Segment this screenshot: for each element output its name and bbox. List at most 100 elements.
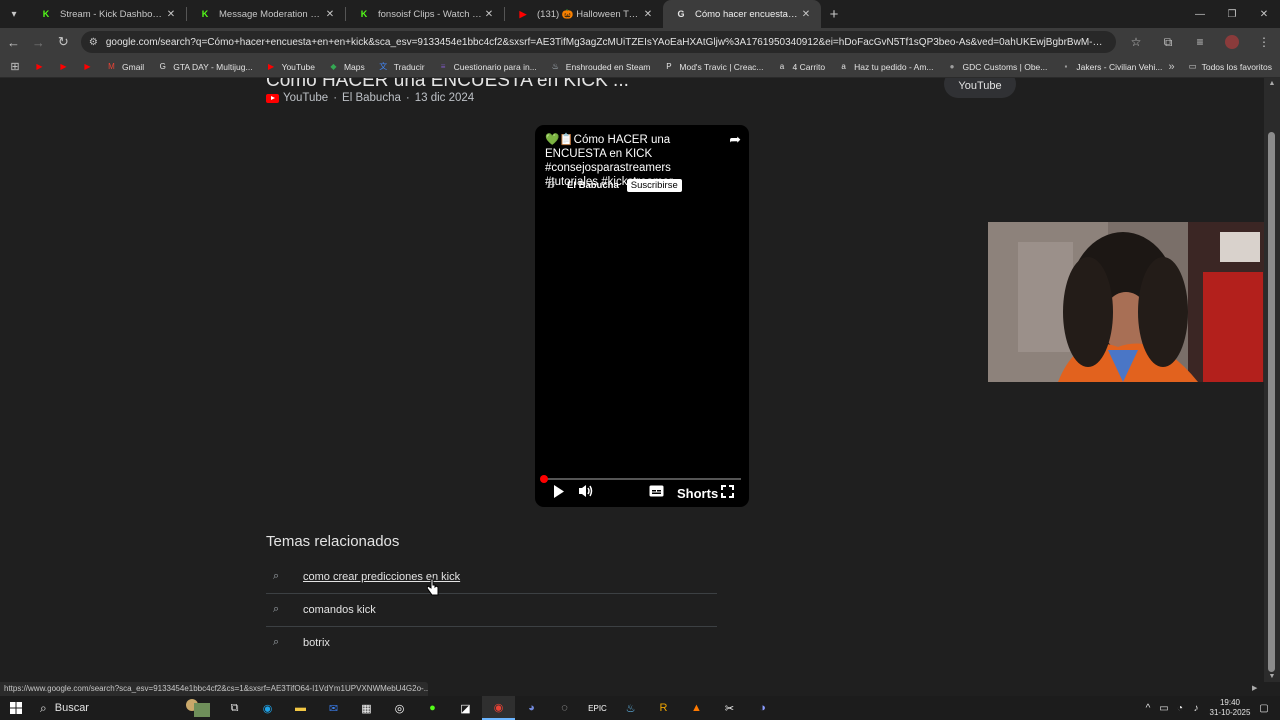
capcut-icon[interactable]: ✂ xyxy=(713,696,746,720)
reload-icon[interactable]: ↻ xyxy=(52,30,75,54)
all-bookmarks[interactable]: » ▭ Todos los favoritos xyxy=(1168,61,1272,73)
chevron-right-icon[interactable]: » xyxy=(1168,61,1174,73)
back-icon[interactable]: ← xyxy=(2,30,25,54)
progress-handle[interactable] xyxy=(540,475,548,483)
tab-close-icon[interactable]: ✕ xyxy=(323,9,337,20)
bookmark-item[interactable]: a Haz tu pedido - Am... xyxy=(838,61,933,72)
bookmark-item[interactable]: ▶ xyxy=(34,61,45,72)
bookmark-item[interactable]: a 4 Carrito xyxy=(777,61,825,72)
bookmark-item[interactable]: ♨ Enshrouded en Steam xyxy=(550,61,651,72)
streamlabs-icon[interactable]: ◪ xyxy=(449,696,482,720)
related-topic-item[interactable]: ⌕ botrix xyxy=(266,626,717,659)
browser-tab[interactable]: K Stream - Kick Dashboard ✕ xyxy=(28,0,186,28)
captions-icon[interactable] xyxy=(649,485,664,500)
rockstar-icon[interactable]: R xyxy=(647,696,680,720)
start-button[interactable] xyxy=(0,702,32,714)
steam-icon[interactable]: ♨ xyxy=(614,696,647,720)
media-icon[interactable]: ≡ xyxy=(1184,35,1216,50)
notifications-icon[interactable]: ▢ xyxy=(1256,703,1272,714)
browser-tab[interactable]: Kfonsoisf Clips - Watch Live on K✕ xyxy=(346,0,504,28)
tab-close-icon[interactable]: ✕ xyxy=(164,9,178,20)
bookmark-item[interactable]: ▶ xyxy=(58,61,69,72)
fullscreen-icon[interactable] xyxy=(721,485,734,501)
tab-close-icon[interactable]: ✕ xyxy=(482,9,496,20)
progress-bar[interactable] xyxy=(540,475,741,483)
video-result-meta: YouTube · El Babucha · 13 dic 2024 xyxy=(266,92,474,104)
obs-icon[interactable]: ◎ xyxy=(383,696,416,720)
video-result-title[interactable]: Cómo HACER una ENCUESTA en KICK ... xyxy=(266,78,629,92)
shorts-label[interactable]: Shorts xyxy=(677,486,718,501)
address-bar[interactable]: ⚙ google.com/search?q=Cómo+hacer+encuest… xyxy=(80,31,1117,53)
kick-app-icon[interactable]: ● xyxy=(416,696,449,720)
youtube-chip[interactable]: YouTube xyxy=(944,78,1016,98)
youtube-icon xyxy=(266,93,279,103)
bookmark-star-icon[interactable]: ☆ xyxy=(1120,35,1152,50)
vertical-scrollbar[interactable]: ▲ ▼ xyxy=(1264,78,1280,682)
close-window-icon[interactable]: ✕ xyxy=(1248,0,1280,28)
bookmark-item[interactable]: M Gmail xyxy=(106,61,144,72)
bookmark-favicon-icon: ▶ xyxy=(267,62,275,71)
tab-close-icon[interactable]: ✕ xyxy=(641,9,655,20)
related-topic-item[interactable]: ⌕ como crear predicciones en kick xyxy=(266,560,717,593)
related-topic-item[interactable]: ⌕ comandos kick xyxy=(266,593,717,626)
app-icon[interactable]: ◌ xyxy=(548,696,581,720)
volume-icon[interactable] xyxy=(578,484,594,501)
bookmark-item[interactable]: ≡ Cuestionario para in... xyxy=(438,61,537,72)
chrome-icon[interactable]: ◉ xyxy=(482,696,515,720)
browser-tab[interactable]: K Message Moderation - Kick Da✕ xyxy=(187,0,345,28)
tab-close-icon[interactable]: ✕ xyxy=(799,9,813,20)
bookmark-item[interactable]: ▶ xyxy=(82,61,93,72)
scroll-thumb[interactable] xyxy=(1268,132,1275,672)
restore-icon[interactable]: ❐ xyxy=(1216,0,1248,28)
browser-tab[interactable]: ▶ (131) 🎃 Halloween Trick or✕ xyxy=(505,0,663,28)
scroll-up-icon[interactable]: ▲ xyxy=(1264,80,1280,87)
launcher-icon[interactable]: ▲ xyxy=(680,696,713,720)
discord-icon[interactable]: ◕ xyxy=(515,696,548,720)
related-topics-title: Temas relacionados xyxy=(266,533,400,550)
minimize-icon[interactable]: — xyxy=(1184,0,1216,28)
volume-tray-icon[interactable]: ♪ xyxy=(1188,703,1204,714)
browser-tab[interactable]: G Cómo hacer encuesta en en kic✕ xyxy=(663,0,821,28)
bookmark-label: YouTube xyxy=(281,61,315,72)
apps-grid-icon[interactable]: ⊞ xyxy=(0,60,30,73)
bookmark-label: Maps xyxy=(343,61,365,72)
epic-games-icon[interactable]: EPIC xyxy=(581,696,614,720)
tray-chevron-icon[interactable]: ^ xyxy=(1140,703,1156,714)
share-icon[interactable]: ➦ xyxy=(729,131,741,148)
bookmark-item[interactable]: P Mod's Travic | Creac... xyxy=(663,61,763,72)
play-icon[interactable] xyxy=(553,485,565,501)
bookmark-item[interactable]: ● GDC Customs | Obe... xyxy=(947,61,1048,72)
bookmark-favicon-icon: ● xyxy=(949,62,955,71)
bookmark-label: Gmail xyxy=(122,61,145,72)
mail-icon[interactable]: ✉ xyxy=(317,696,350,720)
search-icon: ⌕ xyxy=(273,636,280,648)
task-view-icon[interactable]: ⧉ xyxy=(218,696,251,720)
game-app-icon[interactable]: ◑ xyxy=(746,696,779,720)
bookmark-item[interactable]: ▪ Jakers - Civilian Vehi... xyxy=(1060,61,1162,72)
menu-icon[interactable]: ⋮ xyxy=(1248,35,1280,50)
tab-search-icon[interactable]: ▾ xyxy=(0,0,28,28)
bookmark-item[interactable]: G GTA DAY - Multijug... xyxy=(157,61,253,72)
bookmark-favicon-icon: ≡ xyxy=(440,62,446,71)
channel-avatar[interactable]: B xyxy=(547,180,561,191)
file-explorer-icon[interactable]: ▬ xyxy=(284,696,317,720)
scroll-down-icon[interactable]: ▼ xyxy=(1264,673,1280,680)
store-icon[interactable]: ▦ xyxy=(350,696,383,720)
taskbar-search[interactable]: ⌕ Buscar xyxy=(32,696,218,720)
edge-icon[interactable]: ◉ xyxy=(251,696,284,720)
extensions-icon[interactable]: ⧉ xyxy=(1152,35,1184,50)
bookmark-item[interactable]: ▶ YouTube xyxy=(266,61,315,72)
bookmark-item[interactable]: ◆ Maps xyxy=(328,61,365,72)
wifi-icon[interactable]: ◔ xyxy=(1172,703,1188,714)
profile-avatar[interactable] xyxy=(1216,35,1248,50)
site-info-icon[interactable]: ⚙ xyxy=(89,37,98,48)
subscribe-button[interactable]: Suscribirse xyxy=(626,179,682,192)
bookmark-item[interactable]: 文 Traducir xyxy=(378,61,424,72)
new-tab-button[interactable]: + xyxy=(821,6,847,23)
video-player[interactable]: 💚📋Cómo HACER una ENCUESTA en KICK #conse… xyxy=(535,125,749,507)
player-channel-name[interactable]: El Babucha xyxy=(567,180,619,191)
scroll-right-icon[interactable]: ▶ xyxy=(1252,684,1257,692)
forward-icon[interactable]: → xyxy=(27,30,50,54)
network-icon[interactable]: ▭ xyxy=(1156,703,1172,714)
clock[interactable]: 19:40 31-10-2025 xyxy=(1204,698,1256,718)
